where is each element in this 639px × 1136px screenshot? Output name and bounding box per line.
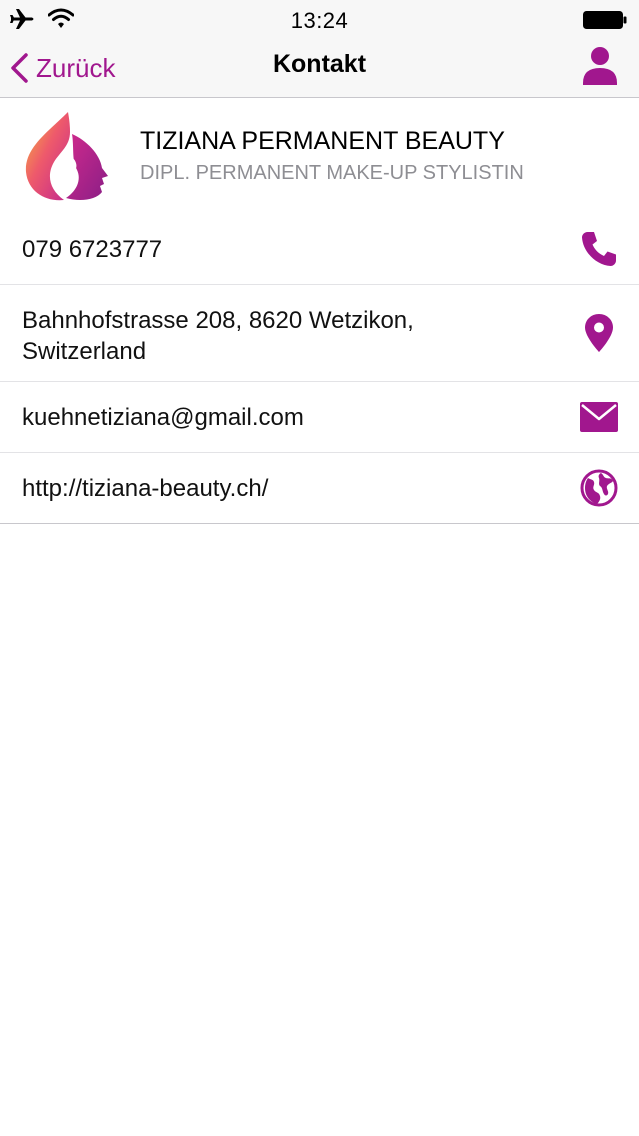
address-line-1: Bahnhofstrasse 208, 8620 Wetzikon, (22, 307, 414, 334)
address-row[interactable]: Bahnhofstrasse 208, 8620 Wetzikon, Switz… (0, 285, 639, 382)
website-row[interactable]: http://tiziana-beauty.ch/ (0, 453, 639, 524)
globe-icon (580, 469, 618, 507)
user-icon[interactable] (581, 46, 619, 86)
email-row[interactable]: kuehnetiziana@gmail.com (0, 382, 639, 453)
business-header: TIZIANA PERMANENT BEAUTY DIPL. PERMANENT… (0, 98, 639, 214)
status-bar: 13:24 (0, 0, 639, 40)
envelope-icon (580, 402, 618, 432)
map-pin-icon (585, 314, 613, 352)
phone-icon (582, 232, 616, 266)
company-subtitle: DIPL. PERMANENT MAKE-UP STYLISTIN (140, 162, 524, 184)
navigation-bar: Zurück Kontakt (0, 40, 639, 98)
contact-screen: 13:24 Zurück Kontakt TIZIANA PERMANENT B… (0, 0, 639, 1136)
website-url: http://tiziana-beauty.ch/ (22, 475, 269, 502)
page-title: Kontakt (272, 50, 367, 78)
address-text: Bahnhofstrasse 208, 8620 Wetzikon, Switz… (22, 305, 414, 367)
status-time: 13:24 (290, 8, 349, 33)
phone-number: 079 6723777 (22, 236, 163, 263)
phone-row[interactable]: 079 6723777 (0, 214, 639, 285)
company-logo (25, 112, 108, 201)
address-line-2: Switzerland (22, 338, 147, 365)
email-address: kuehnetiziana@gmail.com (22, 404, 304, 431)
battery-icon (583, 11, 627, 29)
company-name: TIZIANA PERMANENT BEAUTY (140, 127, 505, 155)
contact-list: 079 6723777 Bahnhofstrasse 208, 8620 Wet… (0, 214, 639, 524)
